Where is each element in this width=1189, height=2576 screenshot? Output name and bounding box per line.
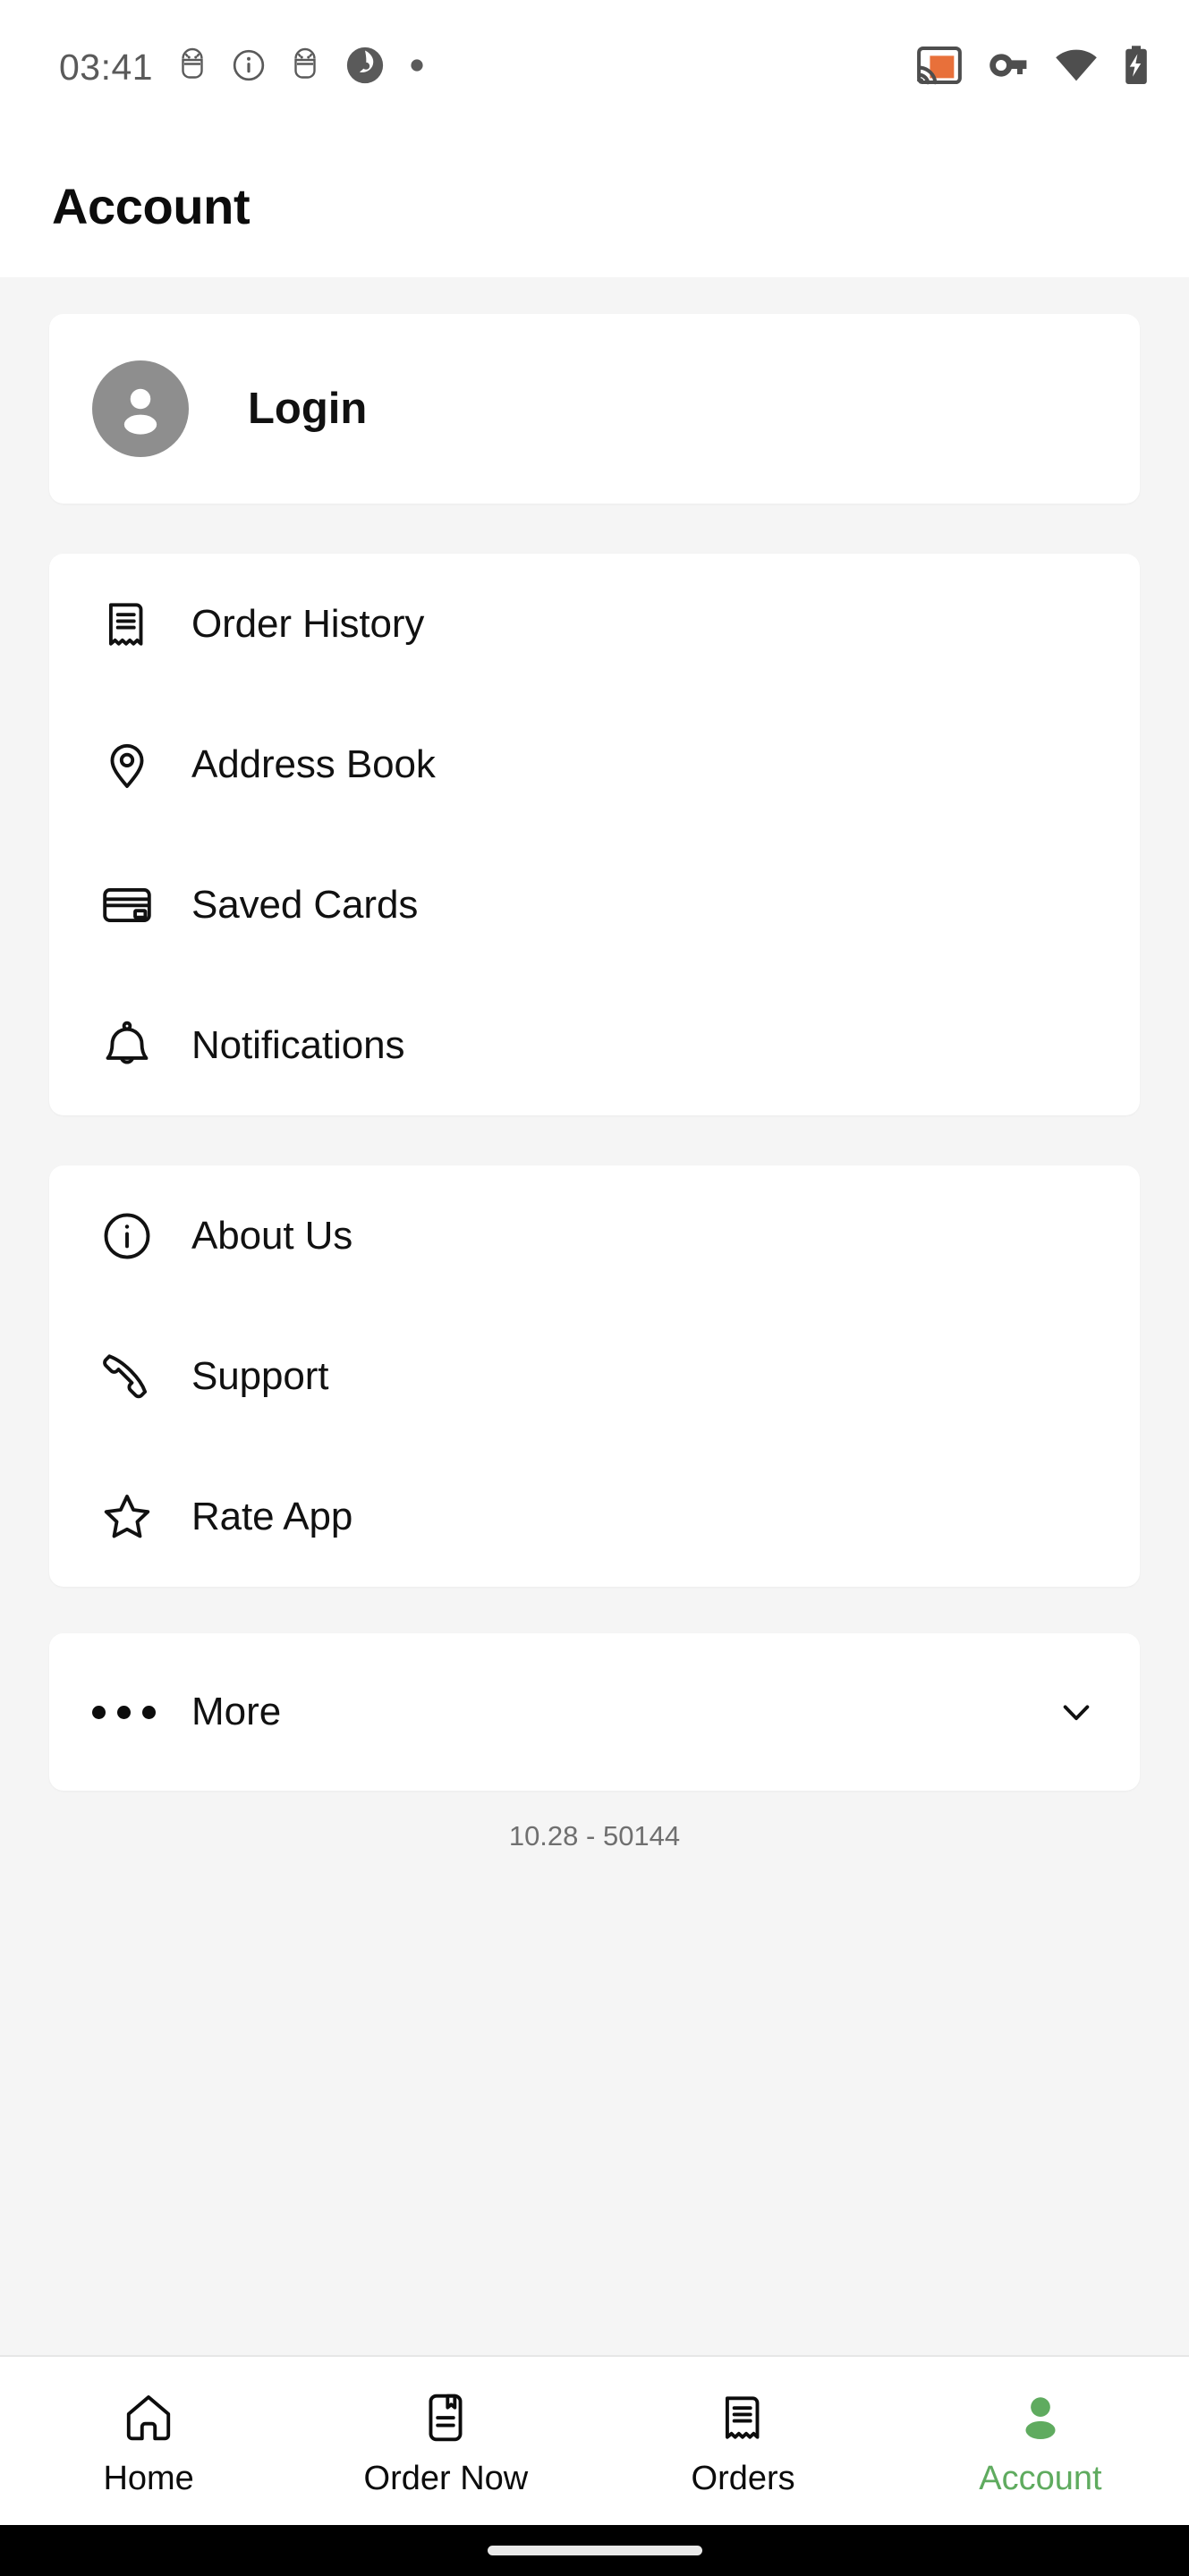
- person-icon: [1013, 2385, 1068, 2445]
- login-label: Login: [248, 385, 368, 433]
- status-bar-clock: 03:41: [59, 46, 154, 88]
- bottom-filler: [49, 1852, 1140, 2355]
- location-pin-icon: [92, 737, 162, 792]
- phone-icon: [92, 1349, 162, 1404]
- nav-tab-label: Home: [103, 2459, 194, 2497]
- system-gesture-bar: [0, 2525, 1189, 2576]
- menu-item-address-book[interactable]: Address Book: [49, 694, 1140, 835]
- nav-tab-home[interactable]: Home: [0, 2357, 297, 2525]
- app-version-label: 10.28 - 50144: [508, 1820, 681, 1852]
- more-label: More: [191, 1690, 282, 1733]
- receipt-icon: [92, 597, 162, 652]
- app-logo-icon: [344, 45, 386, 90]
- cast-icon: [917, 46, 962, 89]
- menu-item-label: Rate App: [191, 1494, 353, 1538]
- menu-item-support[interactable]: Support: [49, 1306, 1140, 1446]
- more-row[interactable]: More: [49, 1633, 1140, 1791]
- chevron-down-icon[interactable]: [1052, 1688, 1100, 1736]
- top-spacer: [49, 277, 1140, 314]
- bottom-navigation-bar: Home Order Now Orders Account: [0, 2355, 1189, 2525]
- dot-icon: [409, 57, 425, 78]
- info-circle-icon: [92, 1208, 162, 1264]
- status-bar: 03:41: [0, 0, 1189, 134]
- ellipsis-icon: [92, 1705, 162, 1719]
- menu-item-order-history[interactable]: Order History: [49, 554, 1140, 694]
- menu-item-label: Saved Cards: [191, 882, 419, 927]
- nav-tab-label: Orders: [691, 2459, 795, 2497]
- menu-item-label: Support: [191, 1353, 329, 1398]
- app-screen: 03:41 Account Login Order History Addres…: [0, 0, 1189, 2576]
- vpn-key-icon: [987, 50, 1030, 85]
- page-title: Account: [52, 177, 251, 234]
- android-debug-icon-2: [289, 47, 321, 88]
- nav-tab-label: Account: [979, 2459, 1102, 2497]
- status-bar-left: 03:41: [59, 45, 425, 90]
- account-menu-card: Order History Address Book Saved Cards N…: [49, 554, 1140, 1115]
- menu-item-notifications[interactable]: Notifications: [49, 975, 1140, 1115]
- star-icon: [92, 1489, 162, 1545]
- section-gap-2: [49, 1115, 1140, 1165]
- android-debug-icon: [176, 47, 208, 88]
- nav-tab-label: Order Now: [363, 2459, 529, 2497]
- section-gap-1: [49, 504, 1140, 554]
- page-header: Account: [0, 134, 1189, 277]
- menu-item-about-us[interactable]: About Us: [49, 1165, 1140, 1306]
- menu-item-label: Order History: [191, 601, 425, 646]
- info-menu-card: About Us Support Rate App: [49, 1165, 1140, 1587]
- menu-book-icon: [418, 2385, 473, 2445]
- credit-card-icon: [92, 877, 162, 933]
- bell-icon: [92, 1018, 162, 1073]
- menu-item-label: About Us: [191, 1213, 353, 1258]
- receipt-icon: [716, 2385, 771, 2445]
- wifi-icon: [1055, 48, 1098, 87]
- login-row[interactable]: Login: [49, 314, 1140, 504]
- person-avatar-icon: [92, 360, 189, 457]
- section-gap-3: [49, 1587, 1140, 1633]
- menu-item-saved-cards[interactable]: Saved Cards: [49, 835, 1140, 975]
- login-card: Login: [49, 314, 1140, 504]
- nav-tab-orders[interactable]: Orders: [595, 2357, 892, 2525]
- battery-charging-icon: [1123, 45, 1150, 90]
- nav-tab-order-now[interactable]: Order Now: [297, 2357, 594, 2525]
- info-circle-icon: [232, 48, 266, 87]
- menu-item-label: Address Book: [191, 741, 436, 786]
- account-content: Login Order History Address Book Saved C…: [0, 277, 1189, 2355]
- home-icon: [121, 2385, 176, 2445]
- menu-item-rate-app[interactable]: Rate App: [49, 1446, 1140, 1587]
- nav-tab-account[interactable]: Account: [892, 2357, 1189, 2525]
- status-bar-right: [917, 45, 1150, 90]
- menu-item-label: Notifications: [191, 1022, 405, 1067]
- more-card: More: [49, 1633, 1140, 1791]
- home-indicator[interactable]: [487, 2546, 702, 2555]
